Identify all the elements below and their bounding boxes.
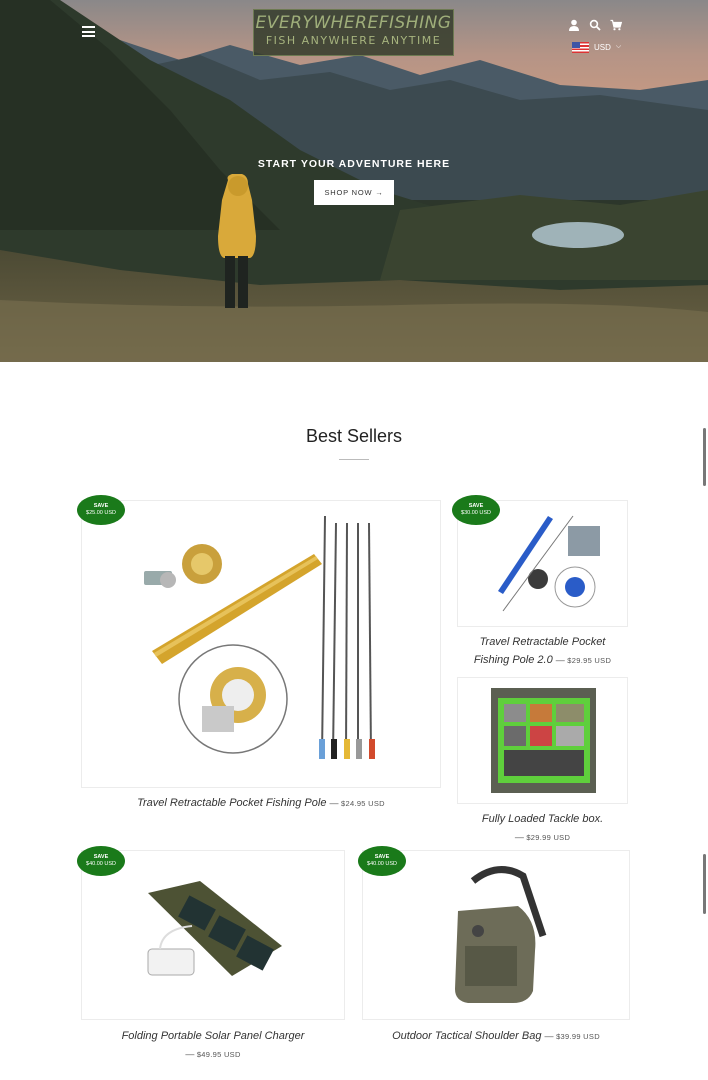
shoulder-bag-image [455, 866, 547, 1003]
badge-amount: $30.00 USD [461, 510, 491, 516]
product-title[interactable]: Travel Retractable Pocket Fishing Pole —… [81, 794, 441, 813]
sale-badge: SAVE $25.00 USD [77, 495, 125, 525]
fishing-pole-image [144, 515, 375, 759]
badge-amount: $40.00 USD [86, 861, 116, 867]
title-divider [339, 459, 369, 460]
search-icon[interactable] [589, 19, 601, 31]
badge-label: SAVE [93, 503, 109, 509]
shop-now-button[interactable]: SHOP NOW → [314, 180, 394, 205]
sale-badge: SAVE $30.00 USD [452, 495, 500, 525]
scrollbar-thumb[interactable] [703, 428, 706, 486]
product-image[interactable] [81, 500, 441, 788]
product-name: Fully Loaded Tackle box. [481, 813, 604, 825]
hero-tagline: START YOUR ADVENTURE HERE [257, 158, 451, 170]
product-price: $24.95 USD [341, 799, 385, 808]
product-image[interactable] [362, 850, 630, 1020]
logo-tagline: FISH ANYWHERE ANYTIME [265, 34, 442, 47]
product-card[interactable]: SAVE $30.00 USD Travel Retractable Pocke… [452, 495, 630, 673]
product-price: $49.95 USD [196, 1050, 241, 1059]
product-card[interactable]: Fully Loaded Tackle box. — $29.99 USD [452, 675, 630, 843]
hero-banner: EVERYWHEREFISHING FISH ANYWHERE ANYTIME … [0, 0, 708, 362]
badge-label: SAVE [374, 854, 390, 860]
currency-selector[interactable]: USD ⌵ [572, 41, 621, 53]
cart-icon[interactable] [610, 19, 622, 31]
section-title: Best Sellers [305, 426, 403, 446]
product-name: Travel Retractable Pocket Fishing Pole [137, 797, 327, 809]
product-card[interactable]: SAVE $40.00 USD Outdoor Tactical Shoulde… [358, 846, 630, 1046]
sale-badge: SAVE $40.00 USD [358, 846, 406, 876]
product-title[interactable]: Fully Loaded Tackle box. — $29.99 USD [457, 810, 628, 847]
chevron-down-icon: ⌵ [615, 43, 622, 50]
solar-panel-image [147, 881, 282, 976]
product-title[interactable]: Outdoor Tactical Shoulder Bag — $39.99 U… [362, 1027, 630, 1046]
badge-amount: $40.00 USD [367, 861, 397, 867]
product-image[interactable] [81, 850, 345, 1020]
product-price: $29.95 USD [567, 656, 612, 665]
currency-label: USD [594, 42, 611, 52]
product-price: $29.99 USD [526, 833, 571, 842]
product-name-line1: Travel Retractable Pocket [479, 636, 606, 648]
account-icon[interactable] [568, 19, 580, 31]
product-card[interactable]: SAVE $40.00 USD Folding Portable Solar P… [77, 846, 347, 1064]
header-icons [566, 19, 626, 33]
logo-text: EVERYWHEREFISHING [255, 13, 452, 33]
product-title[interactable]: Folding Portable Solar Panel Charger — $… [81, 1027, 345, 1064]
product-name-line2: Fishing Pole 2.0 [473, 654, 553, 666]
scrollbar-thumb[interactable] [703, 854, 706, 914]
product-price: $39.99 USD [556, 1032, 600, 1041]
product-name: Outdoor Tactical Shoulder Bag [392, 1030, 542, 1042]
badge-label: SAVE [93, 854, 109, 860]
menu-icon[interactable] [82, 26, 95, 37]
badge-label: SAVE [468, 503, 484, 509]
product-name: Folding Portable Solar Panel Charger [121, 1030, 305, 1042]
product-image[interactable] [457, 677, 628, 804]
tackle-box-image [491, 688, 596, 793]
badge-amount: $25.00 USD [86, 510, 116, 516]
us-flag-icon [572, 41, 589, 53]
product-title[interactable]: Travel Retractable Pocket Fishing Pole 2… [457, 633, 628, 670]
site-logo[interactable]: EVERYWHEREFISHING FISH ANYWHERE ANYTIME [253, 9, 454, 56]
sale-badge: SAVE $40.00 USD [77, 846, 125, 876]
product-card[interactable]: SAVE $25.00 USD Travel Retractable Pocke… [77, 495, 441, 815]
